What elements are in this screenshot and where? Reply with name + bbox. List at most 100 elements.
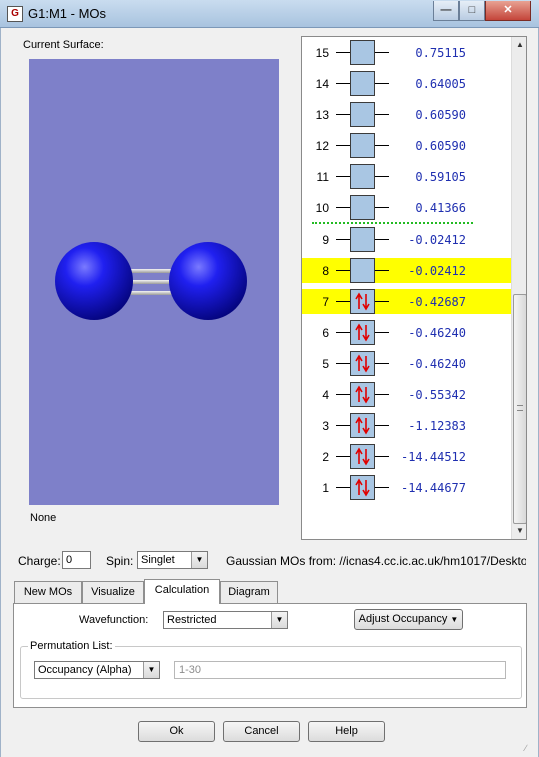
mo-row[interactable]: 14 0.64005 [302,71,512,96]
mo-energy: 0.64005 [415,77,466,91]
mo-row[interactable]: 11 0.59105 [302,164,512,189]
level-line [336,332,350,333]
mo-list-scrollbar[interactable]: ▲ ▼ [511,37,526,539]
spin-up-arrow-icon [355,323,363,340]
electron-pair-icon [355,385,370,404]
level-line [336,363,350,364]
cancel-button[interactable]: Cancel [223,721,300,742]
spin-down-arrow-icon [362,480,370,497]
scroll-up-arrow-icon[interactable]: ▲ [512,37,526,53]
spin-value: Singlet [141,554,175,566]
level-line [336,456,350,457]
mo-row[interactable]: 1 -14.44677 [302,475,512,500]
mo-row[interactable]: 15 0.75115 [302,40,512,65]
level-line [336,52,350,53]
mo-row[interactable]: 12 0.60590 [302,133,512,158]
mo-energy: -14.44512 [400,450,466,464]
adjust-occupancy-button[interactable]: Adjust Occupancy ▼ [354,609,463,630]
scroll-down-arrow-icon[interactable]: ▼ [512,523,526,539]
tab-diagram[interactable]: Diagram [220,581,278,603]
orbital-box[interactable] [350,444,375,469]
permutation-select[interactable]: Occupancy (Alpha) ▼ [34,661,160,679]
orbital-box[interactable] [350,133,375,158]
spin-down-arrow-icon [362,325,370,342]
mo-energy: -0.02412 [408,233,466,247]
spin-select[interactable]: Singlet ▼ [137,551,208,569]
level-line [336,270,350,271]
molecule-viewport[interactable] [29,59,279,505]
minimize-button[interactable]: — [433,1,459,21]
orbital-box[interactable] [350,413,375,438]
mo-row[interactable]: 13 0.60590 [302,102,512,127]
orbital-box[interactable] [350,71,375,96]
mo-energy: 0.60590 [415,108,466,122]
ok-button[interactable]: Ok [138,721,215,742]
nitrogen-atom-left [55,242,133,320]
wavefunction-label: Wavefunction: [79,614,149,626]
mo-number: 6 [322,326,329,340]
orbital-box[interactable] [350,40,375,65]
charge-input[interactable]: 0 [62,551,91,569]
homo-lumo-divider [312,222,473,224]
scroll-thumb[interactable] [513,294,526,524]
orbital-box[interactable] [350,164,375,189]
orbital-box[interactable] [350,102,375,127]
spin-down-arrow-icon [362,418,370,435]
grip-icon [517,405,523,411]
mo-row[interactable]: 4 -0.55342 [302,382,512,407]
tab-calculation[interactable]: Calculation [144,579,220,604]
level-line [336,114,350,115]
nitrogen-atom-right [169,242,247,320]
orbital-box[interactable] [350,258,375,283]
mo-number: 9 [322,233,329,247]
mo-energy: -1.12383 [408,419,466,433]
mo-number: 13 [315,108,329,122]
mo-number: 14 [315,77,329,91]
mo-number: 2 [322,450,329,464]
mo-number: 10 [315,201,329,215]
orbital-box[interactable] [350,351,375,376]
mo-row[interactable]: 3 -1.12383 [302,413,512,438]
level-line [336,394,350,395]
mo-energy: -0.02412 [408,264,466,278]
permutation-range-input[interactable]: 1-30 [174,661,506,679]
resize-grip-icon[interactable]: ∕ [525,743,535,753]
mo-row[interactable]: 2 -14.44512 [302,444,512,469]
spin-up-arrow-icon [355,385,363,402]
mo-row[interactable]: 9 -0.02412 [302,227,512,252]
close-button[interactable]: ✕ [485,1,531,21]
orbital-box[interactable] [350,320,375,345]
mo-list-panel[interactable]: 15 0.75115 14 0.64005 13 0.60590 12 0.60590 11 0.… [301,36,527,540]
spin-up-arrow-icon [355,478,363,495]
mo-number: 15 [315,46,329,60]
electron-pair-icon [355,447,370,466]
chevron-down-icon[interactable]: ▼ [143,662,159,678]
spin-up-arrow-icon [355,354,363,371]
mo-number: 4 [322,388,329,402]
chevron-down-icon[interactable]: ▼ [271,612,287,628]
tab-visualize[interactable]: Visualize [82,581,144,603]
electron-pair-icon [355,354,370,373]
mo-row[interactable]: 5 -0.46240 [302,351,512,376]
help-button[interactable]: Help [308,721,385,742]
spin-down-arrow-icon [362,387,370,404]
mo-row[interactable]: 10 0.41366 [302,195,512,220]
orbital-box[interactable] [350,227,375,252]
electron-pair-icon [355,323,370,342]
tab-new-mos[interactable]: New MOs [14,581,82,603]
maximize-button[interactable]: □ [459,1,485,21]
mo-row[interactable]: 6 -0.46240 [302,320,512,345]
app-icon[interactable]: G [7,6,23,22]
mo-number: 7 [322,295,329,309]
mo-row[interactable]: 8 -0.02412 [302,258,512,283]
orbital-box[interactable] [350,382,375,407]
chevron-down-icon[interactable]: ▼ [191,552,207,568]
level-line [336,83,350,84]
orbital-box[interactable] [350,289,375,314]
orbital-box[interactable] [350,195,375,220]
mo-row[interactable]: 7 -0.42687 [302,289,512,314]
mo-number: 3 [322,419,329,433]
title-bar[interactable]: G G1:M1 - MOs — □ ✕ [0,0,539,28]
orbital-box[interactable] [350,475,375,500]
wavefunction-select[interactable]: Restricted ▼ [163,611,288,629]
